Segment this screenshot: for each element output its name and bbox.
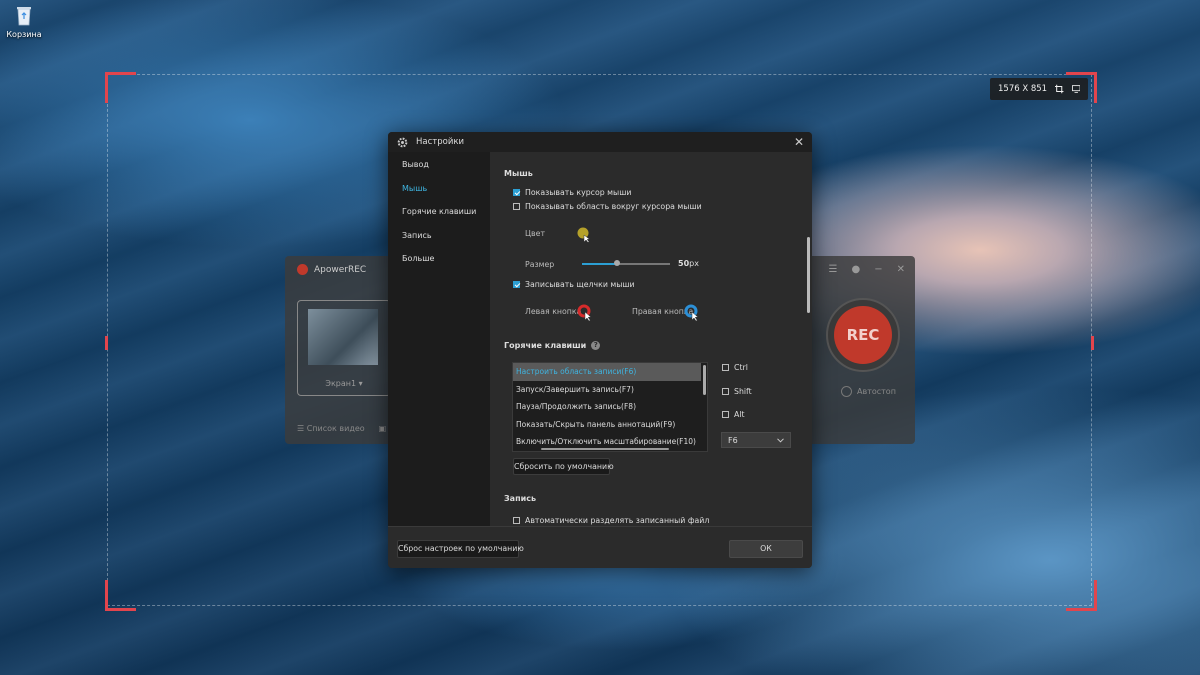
reset-hotkeys-button[interactable]: Сбросить по умолчанию: [513, 458, 614, 475]
hotkey-list-item[interactable]: Настроить область записи(F6): [513, 363, 701, 381]
right-click-color-swatch[interactable]: [684, 304, 700, 322]
show-cursor-label: Показывать курсор мыши: [525, 188, 632, 197]
auto-split-checkbox[interactable]: [513, 517, 520, 524]
hotkey-list-item[interactable]: Пауза/Продолжить запись(F8): [513, 398, 707, 416]
recycle-bin-label: Корзина: [6, 30, 42, 39]
monitor-icon[interactable]: [1071, 84, 1080, 94]
mouse-section-heading: Мышь: [504, 169, 533, 178]
capture-corner-bottom-right[interactable]: [1066, 580, 1097, 611]
settings-content-scrollbar[interactable]: [807, 237, 810, 313]
capture-handle-left[interactable]: [105, 336, 108, 350]
show-area-label: Показывать область вокруг курсора мыши: [525, 202, 702, 211]
capture-size-bar: 1576 X 851: [990, 78, 1088, 100]
capture-handle-right[interactable]: [1091, 336, 1094, 350]
recycle-bin-desktop-icon[interactable]: Корзина: [6, 4, 42, 39]
hotkey-list-item[interactable]: Показать/Скрыть панель аннотаций(F9): [513, 416, 707, 434]
nav-item-mouse[interactable]: Мышь: [388, 177, 490, 201]
ctrl-label: Ctrl: [734, 363, 748, 372]
shift-checkbox[interactable]: [722, 388, 729, 395]
alt-option[interactable]: Alt: [722, 410, 745, 419]
shift-option[interactable]: Shift: [722, 387, 752, 396]
left-click-color-swatch[interactable]: [577, 304, 593, 322]
auto-split-label: Автоматически разделять записанный файл: [525, 516, 710, 525]
show-area-option[interactable]: Показывать область вокруг курсора мыши: [513, 202, 702, 211]
left-button-label: Левая кнопка: [525, 307, 582, 316]
hotkey-key-value: F6: [728, 435, 738, 445]
settings-content: Мышь Показывать курсор мыши Показывать о…: [491, 152, 812, 526]
shift-label: Shift: [734, 387, 752, 396]
hotkey-list-item[interactable]: Запуск/Завершить запись(F7): [513, 381, 707, 399]
close-icon[interactable]: ✕: [794, 136, 804, 148]
alt-label: Alt: [734, 410, 745, 419]
settings-footer: Сброс настроек по умолчанию ОК: [388, 526, 812, 568]
gear-icon: [397, 137, 408, 147]
hotkey-list[interactable]: Настроить область записи(F6) Запуск/Заве…: [512, 362, 708, 452]
settings-nav: Вывод Мышь Горячие клавиши Запись Больше: [388, 152, 490, 526]
capture-corner-top-left[interactable]: [105, 72, 136, 103]
show-area-checkbox[interactable]: [513, 203, 520, 210]
recycle-bin-icon: [17, 7, 31, 26]
nav-item-record[interactable]: Запись: [388, 224, 490, 248]
alt-checkbox[interactable]: [722, 411, 729, 418]
hotkey-list-vscrollbar[interactable]: [703, 365, 706, 395]
capture-corner-bottom-left[interactable]: [105, 580, 136, 611]
record-clicks-option[interactable]: Записывать щелчки мыши: [513, 280, 635, 289]
hotkey-key-select[interactable]: F6: [721, 432, 791, 448]
nav-item-output[interactable]: Вывод: [388, 153, 490, 177]
size-slider-knob[interactable]: [614, 260, 621, 266]
color-label: Цвет: [525, 229, 545, 238]
size-label: Размер: [525, 260, 555, 269]
crop-icon[interactable]: [1055, 84, 1064, 94]
nav-item-more[interactable]: Больше: [388, 247, 490, 271]
settings-title: Настройки: [416, 137, 465, 147]
auto-split-option[interactable]: Автоматически разделять записанный файл: [513, 516, 709, 525]
help-icon[interactable]: ?: [591, 341, 601, 350]
ctrl-checkbox[interactable]: [722, 364, 729, 371]
size-slider-fill: [582, 263, 618, 265]
hotkey-list-hscrollbar[interactable]: [541, 448, 669, 450]
ok-button[interactable]: ОК: [729, 540, 803, 558]
record-clicks-checkbox[interactable]: [513, 281, 520, 288]
capture-size-text: 1576 X 851: [998, 84, 1048, 94]
ctrl-option[interactable]: Ctrl: [722, 363, 748, 372]
chevron-down-icon: [777, 437, 784, 443]
reset-all-settings-button[interactable]: Сброс настроек по умолчанию: [397, 540, 524, 558]
size-slider[interactable]: [582, 260, 670, 266]
show-cursor-option[interactable]: Показывать курсор мыши: [513, 188, 631, 197]
settings-titlebar: Настройки ✕: [388, 132, 812, 152]
hotkeys-section-heading: Горячие клавиши ?: [504, 341, 601, 350]
record-section-heading: Запись: [504, 494, 537, 503]
cursor-color-swatch[interactable]: [577, 227, 591, 243]
size-value: 50px: [678, 259, 699, 268]
show-cursor-checkbox[interactable]: [513, 189, 520, 196]
record-clicks-label: Записывать щелчки мыши: [525, 280, 635, 289]
settings-dialog: Настройки ✕ Вывод Мышь Горячие клавиши З…: [388, 132, 812, 568]
nav-item-hotkeys[interactable]: Горячие клавиши: [388, 200, 490, 224]
